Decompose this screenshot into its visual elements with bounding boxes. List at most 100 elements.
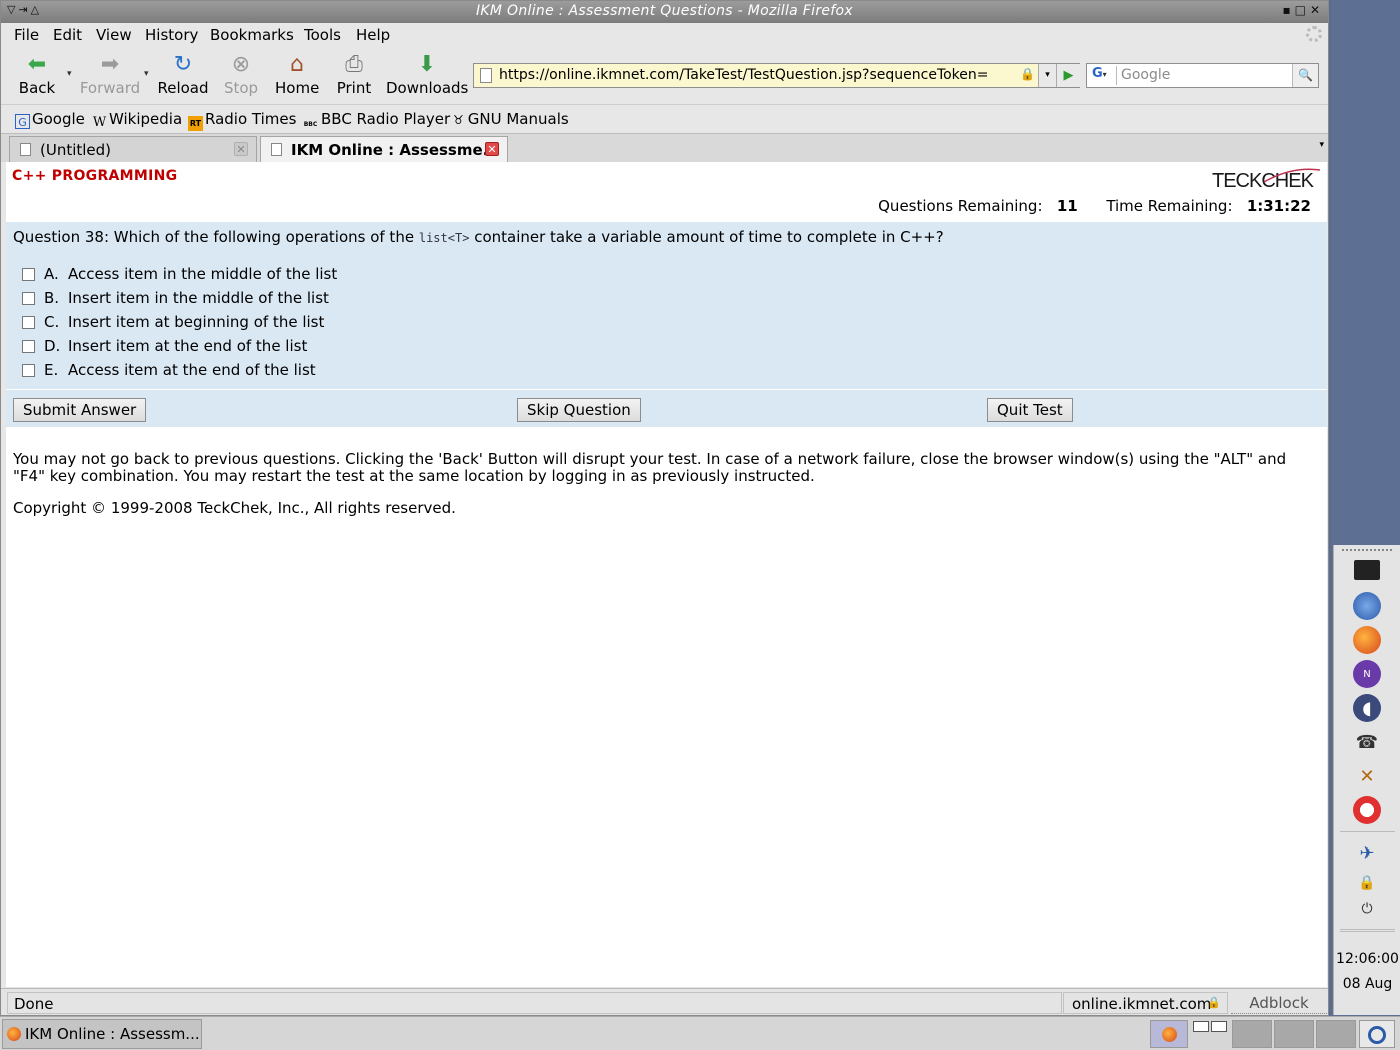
window-controls[interactable]: ▪□✕ — [1282, 3, 1324, 17]
taskbar-firefox-launcher[interactable] — [1150, 1020, 1188, 1048]
search-engine-glyph: G — [1092, 66, 1103, 81]
print-button[interactable]: ⎙ Print — [335, 51, 373, 97]
copyright-text: Copyright © 1999-2008 TeckChek, Inc., Al… — [13, 499, 456, 517]
answer-checkbox-a[interactable] — [22, 268, 35, 281]
dock-separator — [1340, 831, 1395, 832]
firefox-icon[interactable] — [1353, 626, 1381, 654]
speaker-icon[interactable]: ◖ — [1353, 694, 1381, 722]
secure-lock-icon[interactable]: 🔒 — [1207, 996, 1221, 1009]
chevron-down-icon: ▾ — [1102, 70, 1107, 79]
downloads-button[interactable]: ⬇ Downloads — [386, 51, 468, 97]
back-history-dropdown[interactable]: ▾ — [67, 69, 72, 79]
downloads-label: Downloads — [386, 79, 469, 97]
page-icon — [20, 143, 31, 156]
status-host[interactable]: online.ikmnet.com 🔒 — [1063, 992, 1228, 1014]
tab-untitled[interactable]: (Untitled) ✕ — [9, 136, 257, 162]
quit-test-button[interactable]: Quit Test — [987, 398, 1073, 422]
secure-lock-icon[interactable]: 🔒 — [1020, 67, 1035, 81]
menu-bookmarks[interactable]: Bookmarks — [210, 26, 294, 44]
home-label: Home — [275, 79, 320, 97]
lock-icon[interactable]: 🔒 — [1353, 869, 1381, 897]
clock-date: 08 Aug — [1342, 976, 1393, 992]
bookmark-gnu-manuals[interactable]: gnu♉GNU Manuals — [453, 110, 569, 134]
answer-checkbox-b[interactable] — [22, 292, 35, 305]
adblock-status[interactable]: Adblock — [1231, 992, 1327, 1014]
forward-button[interactable]: ➡ Forward — [79, 51, 141, 97]
menu-view[interactable]: View — [96, 26, 132, 44]
menu-help[interactable]: Help — [356, 26, 390, 44]
workspace-4[interactable] — [1274, 1020, 1314, 1048]
back-button[interactable]: ⬅ Back — [17, 51, 57, 97]
bookmark-bbc-radio-player[interactable]: BBC BBC Radio Player — [302, 110, 450, 132]
terminal-icon[interactable] — [1354, 560, 1380, 580]
reload-button[interactable]: ↻ Reload — [157, 51, 209, 97]
thunderbird-icon[interactable] — [1353, 592, 1381, 620]
phone-icon[interactable]: ☎ — [1353, 728, 1381, 756]
answer-checkbox-c[interactable] — [22, 316, 35, 329]
bookmark-google[interactable]: G Google — [15, 110, 85, 129]
workspace-5[interactable] — [1316, 1020, 1356, 1048]
tab-list-dropdown[interactable]: ▾ — [1319, 140, 1324, 150]
network-icon[interactable]: ✈ — [1353, 839, 1381, 867]
home-button[interactable]: ⌂ Home — [275, 51, 319, 97]
menu-history[interactable]: History — [145, 26, 198, 44]
question-panel: Question 38: Which of the following oper… — [6, 222, 1327, 389]
firefox-icon — [7, 1027, 21, 1041]
question-suffix: container take a variable amount of time… — [474, 228, 944, 246]
option-text: Access item at the end of the list — [68, 361, 316, 379]
dock-separator — [1340, 929, 1395, 932]
url-history-dropdown[interactable]: ▾ — [1038, 64, 1056, 87]
help-lifebuoy-icon[interactable] — [1353, 796, 1381, 824]
bookmark-wikipedia[interactable]: W Wikipedia — [92, 110, 182, 130]
gnu-glyph-icon: ♉ — [453, 113, 464, 127]
skip-question-button[interactable]: Skip Question — [517, 398, 641, 422]
answer-checkbox-e[interactable] — [22, 364, 35, 377]
status-host-label: online.ikmnet.com — [1072, 995, 1212, 1013]
forward-label: Forward — [79, 79, 141, 97]
search-box[interactable]: G▾ Google 🔍 — [1086, 63, 1319, 88]
search-placeholder: Google — [1121, 67, 1171, 83]
forward-history-dropdown[interactable]: ▾ — [144, 69, 149, 79]
home-icon: ⌂ — [290, 52, 304, 77]
workspace-1[interactable] — [1193, 1021, 1209, 1032]
reload-icon: ↻ — [173, 52, 193, 77]
reload-label: Reload — [157, 79, 209, 97]
tab-close-icon[interactable]: ✕ — [234, 142, 248, 156]
navigation-toolbar: ⬅ Back ▾ ➡ Forward ▾ ↻ Reload ⊗ Stop ⌂ H… — [1, 47, 1328, 103]
throbber-icon — [1306, 26, 1322, 42]
bookmark-google-label: Google — [32, 110, 85, 128]
tab-ikm-online[interactable]: IKM Online : Assessme... ✕ — [260, 136, 508, 163]
option-key: A. — [44, 265, 59, 283]
wikipedia-favicon-icon: W — [92, 115, 107, 130]
option-text: Insert item at beginning of the list — [68, 313, 325, 331]
dock-grip[interactable] — [1342, 549, 1392, 553]
menu-tools[interactable]: Tools — [304, 26, 341, 44]
title-bar[interactable]: ▽⇥△ IKM Online : Assessment Questions - … — [1, 1, 1328, 23]
workspace-2[interactable] — [1211, 1021, 1227, 1032]
radio-times-favicon-icon: RT — [188, 116, 203, 131]
tab-close-icon[interactable]: ✕ — [485, 142, 499, 156]
option-key: B. — [44, 289, 60, 307]
tray-app-button[interactable] — [1359, 1020, 1395, 1048]
tools-icon[interactable]: ✕ — [1353, 762, 1381, 790]
teckchek-logo: TECKCHEK — [1212, 168, 1320, 192]
nvu-icon[interactable]: N — [1353, 660, 1381, 688]
bookmark-radio-times[interactable]: RT Radio Times — [188, 110, 296, 131]
stop-label: Stop — [223, 79, 259, 97]
search-engine-icon[interactable]: G▾ — [1089, 66, 1117, 85]
menu-file[interactable]: File — [14, 26, 39, 44]
taskbar-firefox-task[interactable]: IKM Online : Assessm... — [2, 1019, 202, 1049]
go-button[interactable]: ▶ — [1056, 64, 1080, 87]
answer-checkbox-d[interactable] — [22, 340, 35, 353]
time-remaining-label: Time Remaining: — [1106, 197, 1233, 215]
url-text[interactable]: https://online.ikmnet.com/TakeTest/TestQ… — [499, 67, 1019, 83]
url-bar[interactable]: https://online.ikmnet.com/TakeTest/TestQ… — [473, 63, 1080, 88]
stop-button[interactable]: ⊗ Stop — [223, 51, 259, 97]
menu-edit[interactable]: Edit — [53, 26, 82, 44]
power-icon[interactable]: ⏻ — [1353, 895, 1381, 923]
workspace-3[interactable] — [1232, 1020, 1272, 1048]
test-progress: Questions Remaining: 11 Time Remaining: … — [878, 197, 1311, 215]
submit-answer-button[interactable]: Submit Answer — [13, 398, 147, 422]
menu-bar: File Edit View History Bookmarks Tools H… — [1, 23, 1328, 47]
search-icon[interactable]: 🔍 — [1292, 64, 1318, 87]
